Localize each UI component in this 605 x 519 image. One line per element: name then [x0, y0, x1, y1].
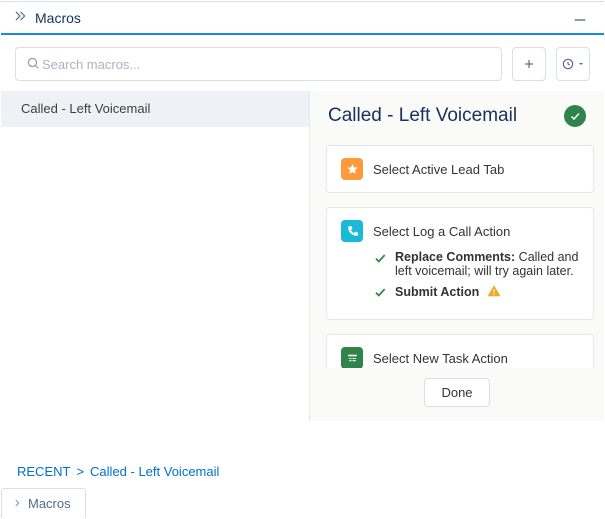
check-icon	[373, 285, 387, 299]
macros-panel: Macros Called - Left Voicemail Called	[0, 0, 605, 519]
footer-tab-label: Macros	[28, 496, 71, 511]
check-icon	[373, 251, 387, 265]
action-step: Replace Comments: Called and left voicem…	[373, 250, 579, 284]
breadcrumb-root[interactable]: RECENT	[17, 464, 70, 479]
action-card-title: Select New Task Action	[373, 351, 508, 366]
breadcrumb-current[interactable]: Called - Left Voicemail	[90, 464, 219, 479]
detail-title: Called - Left Voicemail	[328, 105, 564, 127]
add-button[interactable]	[512, 47, 546, 81]
step-label: Submit Action	[395, 285, 479, 299]
collapse-icon[interactable]	[13, 9, 27, 26]
detail-scroll[interactable]: Select Active Lead Tab Select Log a Call…	[310, 145, 604, 368]
action-card-head: Select Active Lead Tab	[341, 158, 579, 180]
macro-list-item-selected[interactable]: Called - Left Voicemail	[1, 91, 309, 127]
footer-tab[interactable]: Macros	[1, 488, 86, 518]
chevron-right-icon	[12, 496, 22, 511]
panel-title: Macros	[35, 10, 81, 26]
done-bar: Done	[310, 368, 604, 421]
toolbar	[1, 35, 604, 91]
breadcrumb-sep: >	[76, 464, 84, 479]
action-card: Select Active Lead Tab	[326, 145, 594, 193]
recent-button[interactable]	[556, 47, 590, 81]
action-card: Select New Task Action Set Subject: Foll…	[326, 334, 594, 368]
action-card: Select Log a Call Action Replace Comment…	[326, 207, 594, 320]
search-input[interactable]	[40, 56, 491, 73]
done-button[interactable]: Done	[424, 378, 489, 407]
action-steps: Replace Comments: Called and left voicem…	[373, 250, 579, 307]
action-card-head: Select New Task Action	[341, 347, 579, 368]
content-split: Called - Left Voicemail Called - Left Vo…	[1, 91, 604, 421]
panel-header: Macros	[1, 1, 604, 33]
step-label: Replace Comments:	[395, 250, 515, 264]
task-icon	[341, 347, 363, 368]
macro-list: Called - Left Voicemail	[1, 91, 309, 421]
search-icon	[26, 56, 40, 73]
macro-detail: Called - Left Voicemail Select Active Le…	[309, 91, 604, 421]
detail-header: Called - Left Voicemail	[310, 91, 604, 145]
action-card-title: Select Log a Call Action	[373, 224, 510, 239]
success-badge-icon	[564, 105, 586, 127]
action-card-head: Select Log a Call Action	[341, 220, 579, 242]
action-step: Submit Action	[373, 284, 579, 307]
phone-icon	[341, 220, 363, 242]
action-card-title: Select Active Lead Tab	[373, 162, 504, 177]
search-input-wrapper[interactable]	[15, 47, 502, 81]
star-icon	[341, 158, 363, 180]
minimize-icon[interactable]	[568, 8, 592, 27]
warning-icon	[487, 284, 501, 301]
breadcrumb: RECENT > Called - Left Voicemail	[1, 454, 604, 488]
